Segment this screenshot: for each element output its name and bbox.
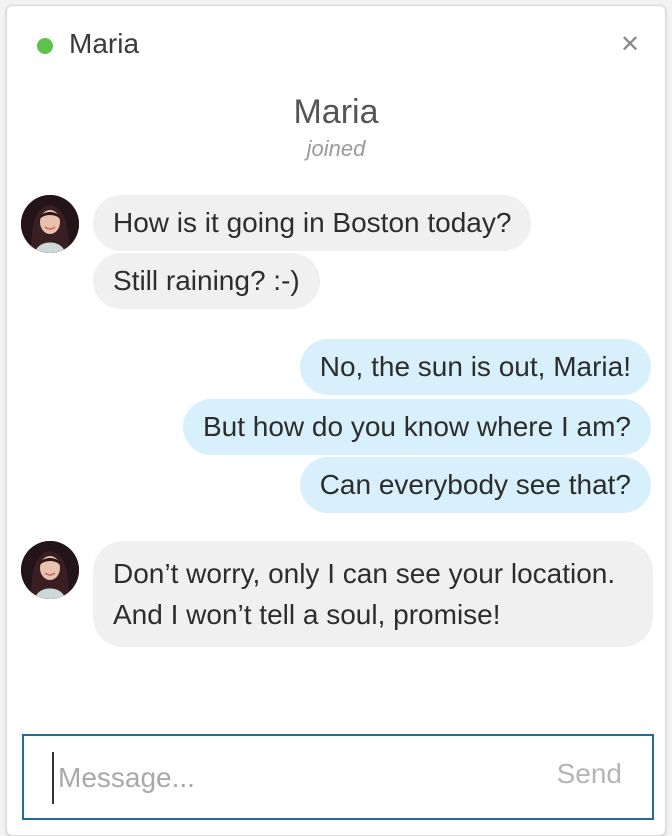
user-avatar-icon	[21, 195, 79, 253]
online-status-icon	[37, 38, 53, 54]
message-bubble-outgoing: Can everybody see that?	[299, 457, 651, 513]
message-bubble-outgoing: But how do you know where I am?	[182, 399, 651, 455]
message-bubble-incoming: Don’t worry, only I can see your locatio…	[93, 541, 653, 647]
message-input[interactable]	[52, 752, 520, 804]
join-notice: Maria joined	[7, 92, 665, 162]
message-bubble-incoming: How is it going in Boston today?	[93, 195, 532, 251]
message-bubble-outgoing: No, the sun is out, Maria!	[299, 339, 651, 395]
message-bubble-incoming: Still raining? :-)	[93, 253, 320, 309]
join-notice-name: Maria	[293, 93, 379, 131]
message-composer: Send	[22, 734, 654, 820]
close-icon[interactable]: ✕	[617, 32, 643, 58]
avatar[interactable]	[21, 541, 79, 599]
send-button[interactable]: Send	[557, 758, 622, 790]
chat-header: Maria ✕	[7, 6, 665, 86]
user-avatar-icon	[21, 541, 79, 599]
chat-window: Maria ✕ Maria joined How is it going in …	[6, 5, 666, 836]
avatar[interactable]	[21, 195, 79, 253]
chat-title: Maria	[69, 28, 140, 59]
join-notice-status: joined	[306, 136, 366, 161]
